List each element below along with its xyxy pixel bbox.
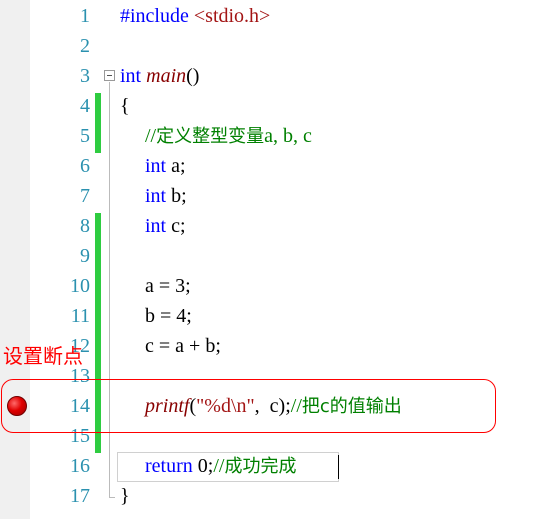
text-caret	[338, 455, 339, 479]
line-number-gutter: 1 2 3 4 5 6 7 8 9 10 11 12 13 14 15 16 1…	[30, 0, 92, 519]
code-text: }	[120, 485, 130, 507]
line-number: 5	[80, 125, 90, 147]
code-text: c;	[166, 215, 186, 237]
code-line-4[interactable]: {	[120, 91, 130, 121]
comment-text: a, b, c	[264, 125, 312, 147]
breakpoint-icon[interactable]	[7, 396, 27, 416]
breakpoint-annotation-label: 设置断点	[3, 344, 83, 368]
code-text: c = a + b;	[145, 335, 221, 357]
line-number: 1	[80, 5, 90, 27]
line-number: 16	[70, 455, 90, 477]
code-text: a = 3;	[145, 275, 191, 297]
preprocessor-directive: #include	[120, 5, 189, 27]
keyword: int	[145, 215, 167, 237]
line-number: 17	[70, 485, 90, 507]
code-line-5[interactable]: //定义整型变量a, b, c	[145, 121, 312, 151]
breakpoint-highlight-box	[1, 379, 496, 433]
code-line-16[interactable]: return 0;//成功完成	[145, 451, 296, 481]
keyword: int	[145, 185, 167, 207]
line-number: 2	[80, 35, 90, 57]
keyword: int	[145, 155, 167, 177]
code-text: b = 4;	[145, 305, 192, 327]
line-number: 3	[80, 65, 90, 87]
code-line-1[interactable]: #include <stdio.h>	[120, 1, 270, 31]
code-text: {	[120, 95, 130, 117]
line-number: 9	[80, 245, 90, 267]
code-text: a;	[166, 155, 186, 177]
code-line-3[interactable]: int main()	[120, 61, 199, 91]
line-number: 6	[80, 155, 90, 177]
code-text: 0;	[192, 455, 214, 477]
keyword: int	[120, 65, 142, 87]
line-number: 11	[70, 305, 90, 327]
line-number: 8	[80, 215, 90, 237]
collapse-toggle-icon[interactable]	[104, 70, 115, 81]
code-text: b;	[166, 185, 187, 207]
breakpoint-margin[interactable]	[0, 0, 30, 519]
keyword: return	[145, 455, 193, 477]
code-text: ()	[186, 65, 200, 87]
line-number: 10	[70, 275, 90, 297]
code-line-6[interactable]: int a;	[145, 151, 186, 181]
comment-slashes: //	[145, 125, 157, 147]
code-line-11[interactable]: b = 4;	[145, 301, 192, 331]
code-line-12[interactable]: c = a + b;	[145, 331, 221, 361]
code-line-17[interactable]: }	[120, 481, 130, 511]
outline-guide-end	[109, 497, 115, 498]
code-line-7[interactable]: int b;	[145, 181, 187, 211]
function-name: main	[146, 65, 187, 87]
line-number: 7	[80, 185, 90, 207]
change-indicator-bar	[95, 93, 101, 153]
line-number: 4	[80, 95, 90, 117]
comment-slashes: //	[213, 455, 225, 477]
code-line-10[interactable]: a = 3;	[145, 271, 191, 301]
comment-text: 成功完成	[224, 456, 297, 477]
include-header: <stdio.h>	[188, 5, 271, 27]
outline-guide-line	[109, 82, 110, 497]
comment-text: 定义整型变量	[156, 126, 265, 147]
code-line-8[interactable]: int c;	[145, 211, 186, 241]
code-editor[interactable]: 1 2 3 4 5 6 7 8 9 10 11 12 13 14 15 16 1…	[0, 0, 537, 519]
